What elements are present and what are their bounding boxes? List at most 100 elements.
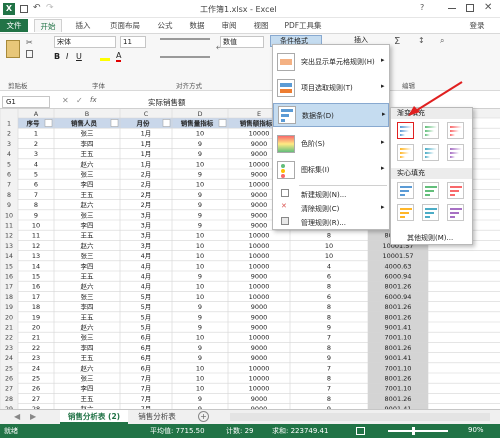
gradient-databar-option[interactable] [422, 144, 439, 161]
copy-icon[interactable] [26, 50, 33, 58]
font-size-select[interactable]: 11 [120, 36, 146, 48]
name-box[interactable]: G1 [2, 96, 50, 108]
tab-pdf-tools[interactable]: PDF工具集 [280, 19, 326, 32]
find-icon[interactable]: ⌕ [440, 36, 444, 46]
table-cell: 10 [196, 283, 204, 291]
table-cell: 王五 [81, 395, 95, 403]
sheet-tab[interactable]: 销售分析表 [130, 410, 184, 424]
cut-icon[interactable]: ✂ [26, 38, 33, 47]
menu-highlight-rules[interactable]: 突出显示单元格规则(H) ▸ [273, 51, 389, 73]
table-cell: 9000 [251, 324, 268, 332]
tab-insert[interactable]: 插入 [70, 19, 96, 32]
tab-file[interactable]: 文件 [0, 19, 28, 32]
italic-icon[interactable]: I [66, 52, 68, 61]
window-title: 工作簿1.xlsx - Excel [200, 5, 277, 14]
tab-home[interactable]: 开始 [34, 19, 62, 32]
save-icon[interactable] [20, 5, 28, 13]
add-sheet-icon[interactable]: + [198, 411, 209, 422]
solid-databar-option[interactable] [447, 182, 464, 199]
row-header: 7 [7, 182, 11, 189]
table-cell: 8001.26 [385, 395, 412, 403]
tab-review[interactable]: 审阅 [216, 19, 242, 32]
table-cell: 9 [198, 354, 202, 362]
solid-databar-option[interactable] [397, 182, 414, 199]
table-cell: 王五 [81, 150, 95, 158]
horizontal-scrollbar[interactable] [230, 413, 490, 421]
table-cell: 1月 [141, 140, 152, 148]
minimize-icon[interactable] [448, 8, 456, 9]
solid-databar-option[interactable] [422, 182, 439, 199]
zoom-slider[interactable] [388, 430, 448, 432]
tab-formulas[interactable]: 公式 [152, 19, 178, 32]
align-icon[interactable] [160, 38, 210, 58]
table-cell: 9 [34, 211, 38, 219]
table-cell: 张三 [81, 129, 95, 138]
tab-data[interactable]: 数据 [184, 19, 210, 32]
maximize-icon[interactable] [466, 4, 474, 12]
row-header: 12 [5, 233, 13, 240]
table-cell: 8001.26 [385, 303, 412, 311]
table-cell: 张三 [81, 292, 95, 301]
table-cell: 6000.94 [385, 273, 412, 281]
undo-icon[interactable]: ↶ [33, 3, 41, 13]
submenu-arrow-icon: ▸ [381, 138, 385, 146]
menu-clear-rules[interactable]: ✕ 清除规则(C) ▸ [273, 202, 389, 215]
sort-icon[interactable]: ↕ [418, 36, 425, 45]
sum-icon[interactable]: Σ [394, 36, 400, 47]
help-icon[interactable]: ? [420, 3, 424, 12]
table-cell: 6月 [141, 364, 152, 372]
solid-databar-option[interactable] [447, 204, 464, 221]
fx-icon[interactable]: fx [90, 96, 97, 104]
table-cell: 9000 [251, 150, 268, 158]
table-cell: 7 [327, 364, 331, 372]
enter-icon[interactable]: ✓ [76, 96, 83, 105]
gradient-databar-option[interactable] [397, 122, 414, 139]
paste-icon[interactable] [6, 40, 20, 58]
menu-color-scales[interactable]: 色阶(S) ▸ [273, 133, 389, 155]
formula-input[interactable]: 实际销售额 [148, 97, 186, 108]
table-cell: 10000 [249, 293, 270, 301]
menu-new-rule[interactable]: 新建规则(N)... [273, 188, 389, 201]
table-cell: 2 [34, 140, 38, 148]
tab-view[interactable]: 视图 [248, 19, 274, 32]
solid-databar-option[interactable] [397, 204, 414, 221]
underline-icon[interactable]: U [76, 52, 82, 61]
gradient-databar-option[interactable] [422, 122, 439, 139]
row-header: 9 [7, 202, 11, 209]
sheet-nav-prev-icon[interactable]: ◀ [14, 412, 20, 421]
menu-manage-rules[interactable]: 管理规则(R)... [273, 216, 389, 229]
databar-bar-icon [400, 156, 405, 158]
clear-rules-icon: ✕ [281, 202, 287, 210]
table-cell: 6月 [141, 344, 152, 352]
table-cell: 9 [198, 211, 202, 219]
menu-icon-sets[interactable]: 图标集(I) ▸ [273, 159, 389, 181]
table-cell: 26 [32, 385, 40, 393]
table-cell: 9 [198, 313, 202, 321]
normal-view-icon[interactable] [356, 427, 365, 435]
cancel-icon[interactable]: ✕ [62, 96, 69, 105]
font-color-icon[interactable]: A [116, 51, 122, 62]
zoom-level[interactable]: 90% [468, 426, 484, 434]
zoom-thumb[interactable] [412, 427, 415, 435]
redo-icon[interactable]: ↷ [46, 3, 54, 13]
login-link[interactable]: 登录 [464, 19, 490, 32]
fill-color-icon[interactable] [100, 52, 110, 61]
gradient-databar-option[interactable] [447, 122, 464, 139]
bold-icon[interactable]: B [54, 52, 60, 61]
sheet-tab-active[interactable]: 销售分析表 (2) [60, 410, 128, 424]
table-cell: 3月 [141, 222, 152, 230]
font-name-select[interactable]: 宋体 [54, 36, 116, 48]
other-rules-item[interactable]: 其他规则(M)... [407, 233, 453, 243]
tab-page-layout[interactable]: 页面布局 [104, 19, 146, 32]
number-format-select[interactable]: 数值 [220, 36, 264, 48]
menu-data-bars[interactable]: 数据条(D) ▸ [273, 103, 389, 127]
sheet-nav-next-icon[interactable]: ▶ [30, 412, 36, 421]
table-cell: 11 [32, 232, 40, 240]
menu-topbottom-rules[interactable]: 项目选取规则(T) ▸ [273, 77, 389, 99]
databar-bar-icon [400, 212, 409, 214]
gradient-databar-option[interactable] [397, 144, 414, 161]
table-cell: 15 [32, 273, 40, 281]
close-icon[interactable]: ✕ [484, 2, 492, 13]
solid-databar-option[interactable] [422, 204, 439, 221]
gradient-databar-option[interactable] [447, 144, 464, 161]
